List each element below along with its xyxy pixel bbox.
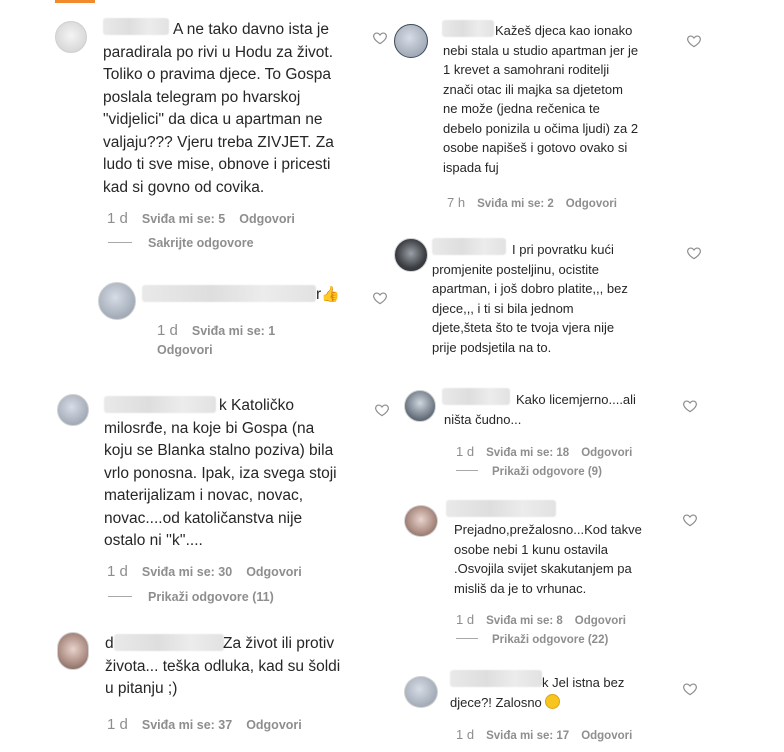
like-heart-icon[interactable] [374, 402, 390, 418]
reply-button[interactable]: Odgovori [246, 718, 302, 732]
like-heart-icon[interactable] [682, 681, 698, 697]
avatar[interactable] [55, 21, 87, 53]
comment-text: Prejadno,prežalosno...Kod takve osobe ne… [454, 522, 642, 596]
comment-age: 1 d [107, 716, 128, 733]
comment-text: I pri povratku kući promjenite posteljin… [432, 242, 628, 355]
comment-age: 7 h [447, 195, 466, 210]
thread-line [108, 242, 132, 243]
show-replies-toggle[interactable]: Prikaži odgovore (9) [456, 466, 602, 478]
thumbs-up-icon: 👍 [321, 286, 340, 303]
comment-text: Kažeš djeca kao ionako nebi stala u stud… [443, 23, 639, 175]
reply-button[interactable]: Odgovori [157, 343, 213, 357]
like-count[interactable]: Sviđa mi se: 2 [477, 198, 554, 210]
comment-age: 1 d [157, 322, 178, 339]
avatar[interactable] [394, 24, 428, 58]
sad-face-icon [545, 693, 561, 709]
show-replies-toggle[interactable]: Prikaži odgovore (11) [108, 590, 274, 604]
comment-age: 1 d [456, 727, 475, 742]
reply-button[interactable]: Odgovori [581, 447, 632, 459]
thread-label[interactable]: Prikaži odgovore (22) [492, 634, 608, 646]
like-count[interactable]: Sviđa mi se: 5 [142, 212, 225, 226]
top-accent-bar [55, 0, 95, 3]
like-count[interactable]: Sviđa mi se: 17 [486, 730, 569, 742]
avatar[interactable] [57, 394, 89, 426]
like-heart-icon[interactable] [682, 512, 698, 528]
comment-text: k Katoličko milosrđe, na koje bi Gospa (… [104, 397, 337, 549]
thread-line [456, 638, 478, 639]
comment-meta: 1 d Sviđa mi se: 8 Odgovori [456, 612, 626, 627]
comment-meta: 1 d Sviđa mi se: 18 Odgovori [456, 444, 632, 459]
reply-button[interactable]: Odgovori [246, 565, 302, 579]
reply-button[interactable]: Odgovori [566, 198, 617, 210]
redacted-username [446, 500, 556, 517]
like-count[interactable]: Sviđa mi se: 1 [192, 324, 275, 338]
comment-age: 1 d [107, 563, 128, 580]
like-heart-icon[interactable] [686, 33, 702, 49]
like-heart-icon[interactable] [686, 245, 702, 261]
comment-text: k Jel istna bez djece?! Zalosno [450, 673, 624, 712]
comment-meta: 1 d Sviđa mi se: 1 [157, 322, 289, 339]
thread-label[interactable]: Prikaži odgovore (11) [148, 590, 274, 604]
comment-meta: 1 d Sviđa mi se: 37 Odgovori [107, 716, 302, 733]
reply-button[interactable]: Odgovori [575, 615, 626, 627]
thread-label[interactable]: Prikaži odgovore (9) [492, 466, 602, 478]
comment-text: A ne tako davno ista je paradirala po ri… [103, 21, 334, 196]
comment-meta: 1 d Sviđa mi se: 5 Odgovori [107, 210, 295, 227]
like-count[interactable]: Sviđa mi se: 30 [142, 565, 232, 579]
like-heart-icon[interactable] [372, 30, 388, 46]
reply-button[interactable]: Odgovori [581, 730, 632, 742]
like-heart-icon[interactable] [682, 398, 698, 414]
reply-button[interactable]: Odgovori [239, 212, 295, 226]
thread-line [108, 596, 132, 597]
like-count[interactable]: Sviđa mi se: 37 [142, 718, 232, 732]
redacted-username [142, 285, 316, 302]
avatar[interactable] [404, 676, 438, 708]
avatar[interactable] [404, 390, 436, 422]
comment-text: Za život ili protiv života... teška odlu… [105, 635, 341, 697]
thread-label[interactable]: Sakrijte odgovore [148, 236, 254, 250]
avatar[interactable] [98, 282, 136, 320]
comment-meta: 1 d Sviđa mi se: 17 Odgovori [456, 727, 632, 742]
comment-text: Kako licemjerno....ali ništa čudno... [444, 392, 636, 427]
hide-replies-toggle[interactable]: Sakrijte odgovore [108, 236, 254, 250]
comment-age: 1 d [456, 612, 475, 627]
like-count[interactable]: Sviđa mi se: 18 [486, 447, 569, 459]
comment-meta: 7 h Sviđa mi se: 2 Odgovori [447, 195, 617, 210]
avatar[interactable] [404, 505, 438, 537]
like-heart-icon[interactable] [372, 290, 388, 306]
avatar[interactable] [394, 238, 428, 272]
comment-text-body: k Jel istna bez djece?! Zalosno [450, 675, 625, 710]
comment-age: 1 d [107, 210, 128, 227]
comment-age: 1 d [456, 444, 475, 459]
like-count[interactable]: Sviđa mi se: 8 [486, 615, 563, 627]
comment-meta: 1 d Sviđa mi se: 30 Odgovori [107, 563, 302, 580]
thread-line [456, 470, 478, 471]
show-replies-toggle[interactable]: Prikaži odgovore (22) [456, 634, 608, 646]
avatar[interactable] [57, 632, 89, 670]
